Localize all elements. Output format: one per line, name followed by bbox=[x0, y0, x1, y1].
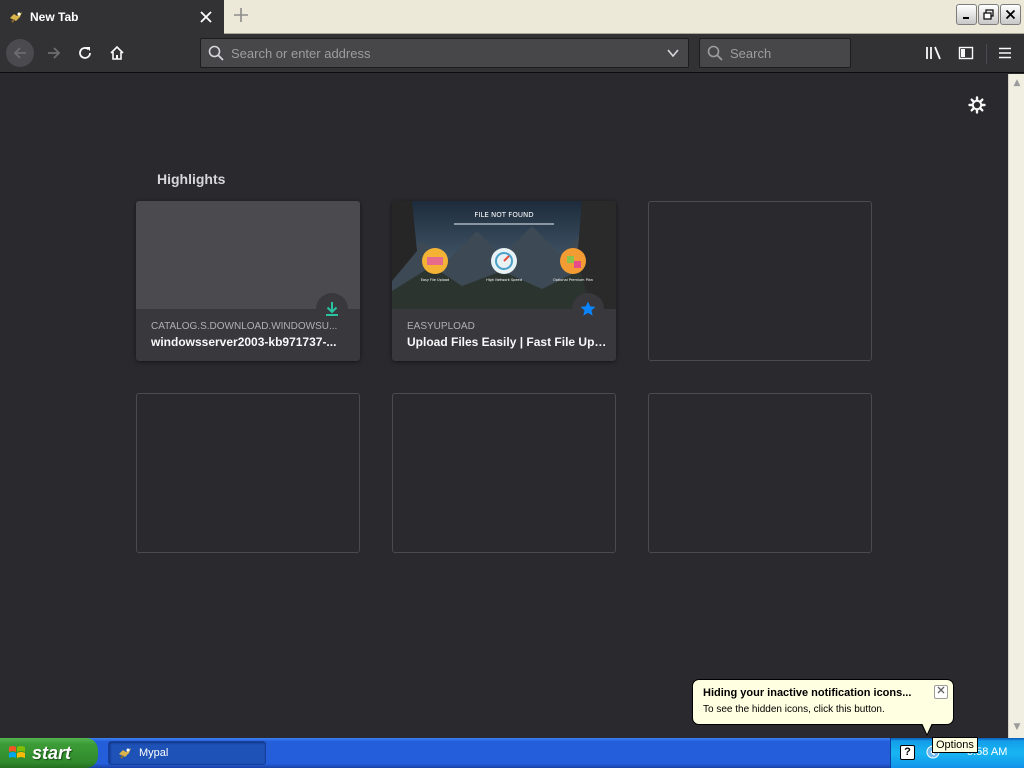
card-title: Upload Files Easily | Fast File Upl... bbox=[407, 335, 607, 349]
empty-highlight-slot bbox=[648, 393, 872, 553]
balloon-title: Hiding your inactive notification icons.… bbox=[703, 687, 912, 699]
mypal-app-icon bbox=[119, 748, 131, 759]
home-icon bbox=[110, 45, 124, 60]
menu-button[interactable] bbox=[991, 39, 1019, 67]
library-icon bbox=[926, 46, 941, 60]
start-label: start bbox=[32, 742, 72, 763]
thumbnail-feature: High Network Speed bbox=[486, 278, 522, 282]
back-button[interactable] bbox=[6, 39, 34, 67]
thumbnail-heading: FILE NOT FOUND bbox=[474, 211, 533, 219]
windows-logo-icon bbox=[9, 746, 25, 758]
card-host: CATALOG.S.DOWNLOAD.WINDOWSU... bbox=[151, 321, 338, 332]
start-button[interactable]: start bbox=[0, 738, 98, 768]
chevron-down-icon[interactable] bbox=[658, 47, 688, 59]
empty-highlight-slot bbox=[648, 201, 872, 361]
toolbar-separator bbox=[986, 44, 987, 64]
help-tray-icon[interactable]: ? bbox=[900, 745, 915, 760]
minimize-icon bbox=[962, 16, 969, 19]
tab-new-tab[interactable]: New Tab bbox=[0, 0, 224, 34]
vertical-scrollbar[interactable]: ▲ ▼ bbox=[1008, 74, 1024, 738]
navigation-toolbar bbox=[0, 34, 1024, 73]
reload-icon bbox=[79, 47, 91, 59]
arrow-right-icon bbox=[48, 47, 61, 59]
tab-close-icon[interactable] bbox=[196, 7, 216, 27]
arrow-left-icon bbox=[13, 47, 26, 59]
sidebar-icon bbox=[958, 46, 974, 60]
restore-icon bbox=[983, 9, 994, 20]
tab-title: New Tab bbox=[30, 10, 79, 24]
empty-highlight-slot bbox=[392, 393, 616, 553]
plus-icon bbox=[234, 8, 248, 22]
close-icon bbox=[937, 686, 945, 694]
balloon-tail-fill bbox=[922, 723, 932, 734]
url-input[interactable] bbox=[231, 40, 658, 66]
scroll-up-icon[interactable]: ▲ bbox=[1012, 78, 1022, 88]
window-restore-button[interactable] bbox=[978, 4, 999, 25]
download-icon bbox=[326, 302, 338, 316]
card-title: windowsserver2003-kb971737-... bbox=[151, 335, 337, 349]
hamburger-menu-icon bbox=[999, 47, 1011, 59]
home-button[interactable] bbox=[103, 39, 131, 67]
taskbar-item-label: Mypal bbox=[139, 747, 169, 759]
mypal-favicon-icon bbox=[8, 9, 24, 25]
window-minimize-button[interactable] bbox=[956, 4, 977, 25]
title-bar: New Tab bbox=[0, 0, 1024, 34]
balloon-close-button[interactable] bbox=[934, 685, 948, 699]
close-icon bbox=[1005, 9, 1016, 20]
forward-button[interactable] bbox=[40, 39, 68, 67]
taskbar-item-mypal[interactable]: Mypal bbox=[108, 741, 266, 765]
thumbnail-feature: Easy File Upload bbox=[421, 278, 450, 282]
new-tab-button[interactable] bbox=[230, 6, 252, 28]
highlight-card-easyupload[interactable]: FILE NOT FOUND Easy File Upload High Net… bbox=[392, 201, 616, 361]
gear-icon bbox=[968, 96, 986, 114]
bookmark-star-icon bbox=[580, 301, 596, 316]
reload-button[interactable] bbox=[71, 39, 99, 67]
highlight-card-windowsupdate[interactable]: CATALOG.S.DOWNLOAD.WINDOWSU... windowsse… bbox=[136, 201, 360, 361]
search-icon bbox=[700, 45, 730, 61]
library-button[interactable] bbox=[920, 39, 948, 67]
sidebar-button[interactable] bbox=[952, 39, 980, 67]
thumbnail-feature: Optional Premium Plan bbox=[553, 278, 593, 282]
search-bar[interactable] bbox=[699, 38, 851, 68]
highlights-heading: Highlights bbox=[157, 171, 226, 187]
empty-highlight-slot bbox=[136, 393, 360, 553]
card-host: EASYUPLOAD bbox=[407, 321, 475, 332]
notification-balloon: Hiding your inactive notification icons.… bbox=[692, 679, 954, 736]
url-bar[interactable] bbox=[200, 38, 689, 68]
search-input[interactable] bbox=[730, 40, 850, 66]
newtab-settings-button[interactable] bbox=[966, 94, 988, 116]
balloon-body: To see the hidden icons, click this butt… bbox=[703, 704, 885, 715]
options-tooltip: Options bbox=[932, 737, 978, 753]
windows-taskbar: start Mypal ? 5:58 AM bbox=[0, 738, 1024, 768]
window-close-button[interactable] bbox=[1000, 4, 1021, 25]
search-icon bbox=[201, 45, 231, 61]
scroll-down-icon[interactable]: ▼ bbox=[1012, 722, 1022, 732]
